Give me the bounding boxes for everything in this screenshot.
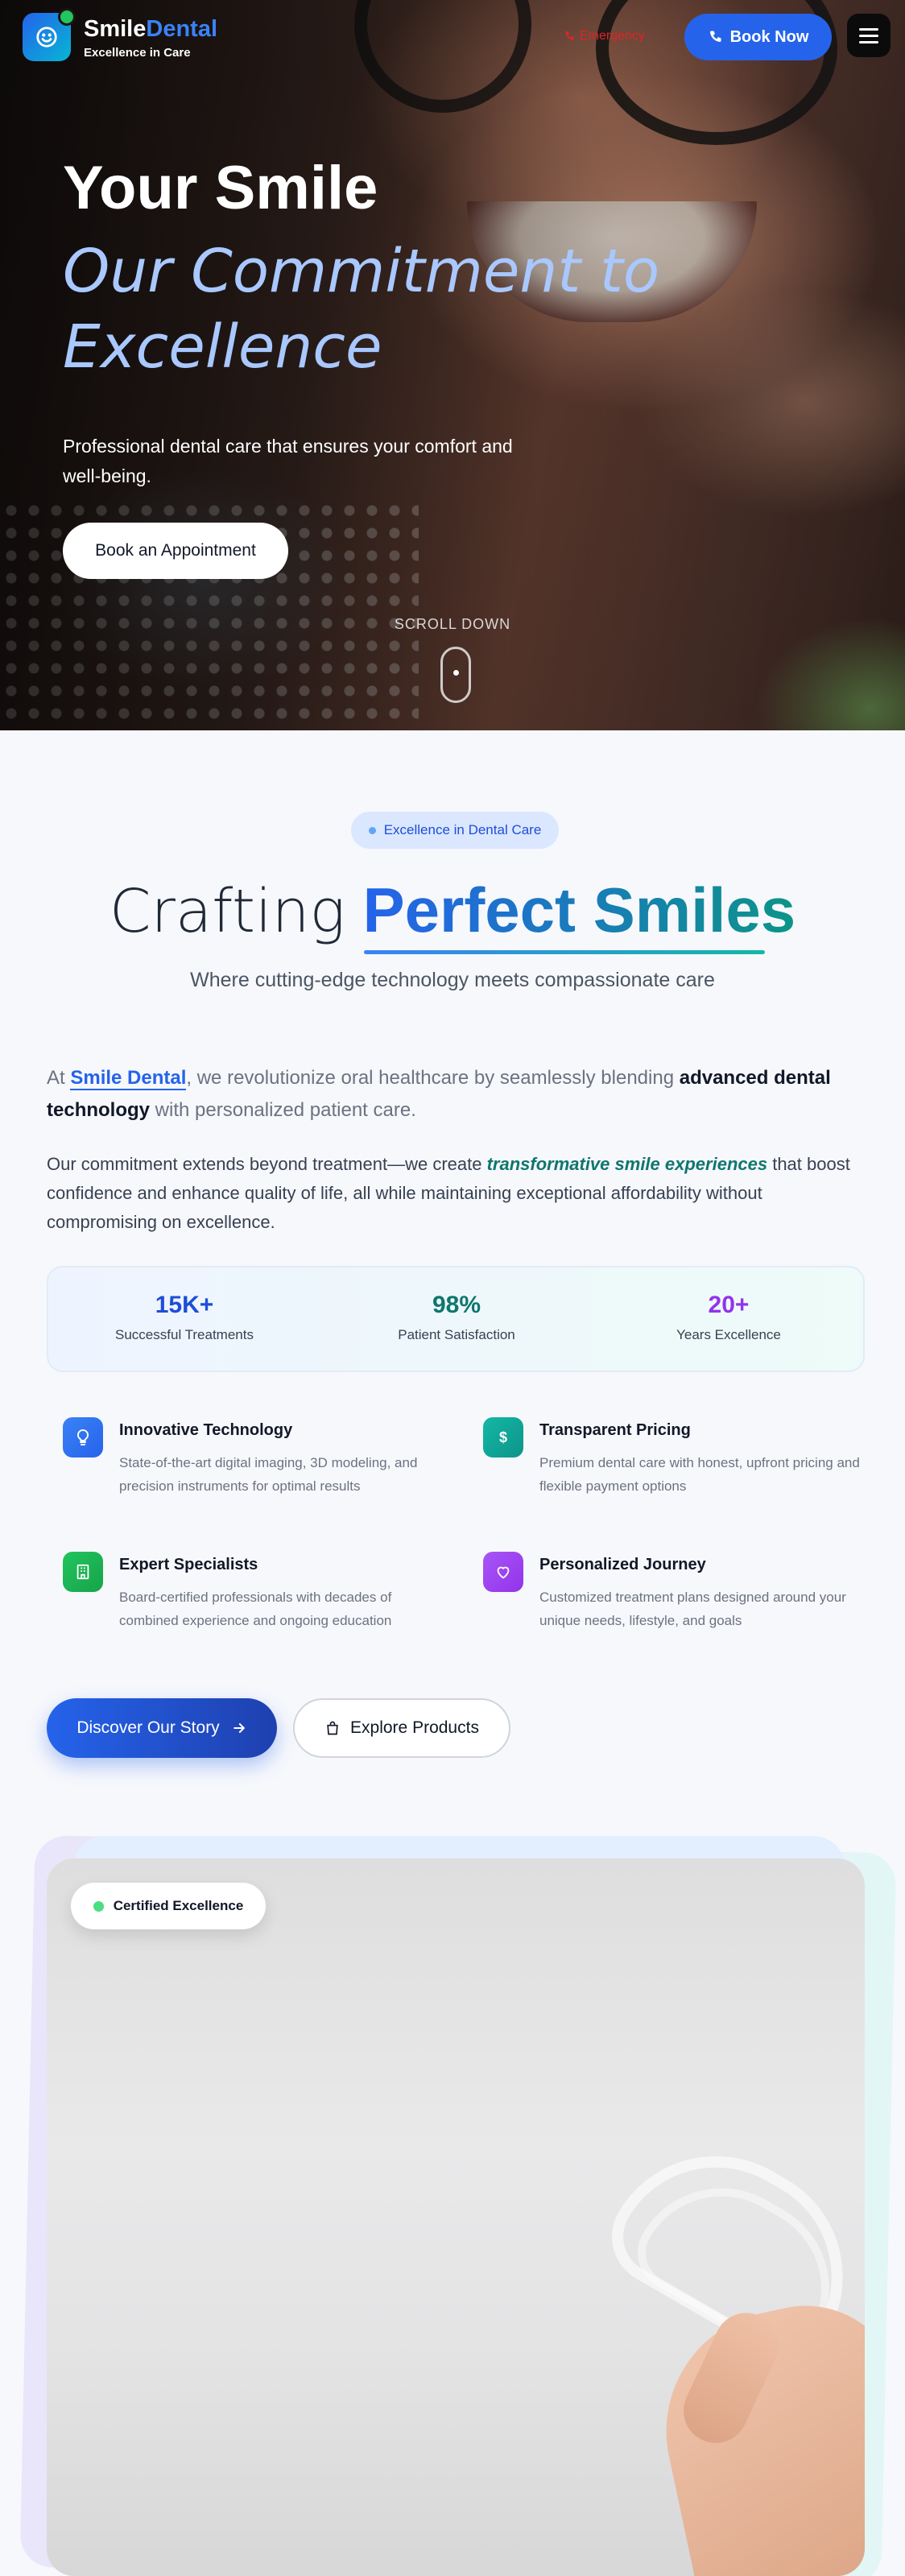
dollar-icon: $	[483, 1417, 523, 1458]
feature-description: State-of-the-art digital imaging, 3D mod…	[119, 1455, 418, 1494]
stat-label: Successful Treatments	[115, 1327, 254, 1342]
cert-dot	[93, 1900, 104, 1912]
status-dot	[58, 8, 76, 26]
book-now-button[interactable]: Book Now	[684, 14, 832, 60]
badge-dot	[368, 826, 376, 834]
brand-tagline: Excellence in Care	[84, 46, 191, 60]
scroll-down-label: SCROLL DOWN	[394, 616, 511, 632]
hero-description: Professional dental care that ensures yo…	[63, 436, 513, 486]
para2-prefix: Our commitment extends beyond treatment—…	[47, 1154, 487, 1174]
intro-paragraph: At Smile Dental, we revolutionize oral h…	[47, 1062, 852, 1127]
section-subtitle: Where cutting-edge technology meets comp…	[190, 969, 715, 991]
stat-treatments: 15K+ Successful Treatments	[48, 1292, 320, 1343]
para1-suffix: with personalized patient care.	[150, 1099, 416, 1121]
brand-part2: Dental	[146, 16, 218, 42]
aligner-image-card: Certified Excellence	[47, 1859, 865, 2576]
badge-label: Excellence in Dental Care	[383, 822, 542, 837]
heart-icon	[483, 1552, 523, 1592]
discover-story-button[interactable]: Discover Our Story	[47, 1698, 277, 1758]
certified-label: Certified Excellence	[113, 1898, 244, 1913]
hamburger-icon[interactable]	[847, 14, 891, 57]
para1-middle: , we revolutionize oral healthcare by se…	[186, 1067, 680, 1089]
shopping-bag-icon	[327, 1721, 338, 1735]
feature-description: Customized treatment plans designed arou…	[539, 1590, 846, 1628]
feature-title: Expert Specialists	[119, 1556, 258, 1573]
navbar: SmileDental Excellence in Care Emergency…	[0, 0, 905, 74]
para2-emphasis: transformative smile experiences	[486, 1154, 768, 1174]
book-appointment-button[interactable]: Book an Appointment	[63, 523, 288, 579]
section-badge: Excellence in Dental Care	[351, 812, 559, 849]
feature-title: Innovative Technology	[119, 1421, 293, 1439]
scroll-mouse-icon[interactable]	[440, 647, 471, 703]
title-underline	[364, 950, 765, 954]
brand-link[interactable]: Smile Dental	[70, 1067, 187, 1090]
brand-name[interactable]: SmileDental	[84, 16, 217, 43]
stat-label: Years Excellence	[676, 1327, 781, 1342]
emergency-link[interactable]: Emergency	[564, 29, 645, 43]
stat-value: 98%	[432, 1292, 481, 1318]
title-part1: Crafting	[109, 877, 345, 946]
title-part2: Perfect Smiles	[362, 875, 796, 945]
commitment-paragraph: Our commitment extends beyond treatment—…	[47, 1150, 868, 1237]
book-now-label: Book Now	[729, 27, 809, 46]
smile-logo-icon	[36, 27, 57, 48]
explore-products-button[interactable]: Explore Products	[293, 1698, 510, 1758]
para1-prefix: At	[47, 1067, 71, 1089]
stat-value: 20+	[708, 1292, 750, 1318]
feature-innovative-technology: Innovative Technology State-of-the-art d…	[63, 1417, 441, 1506]
explore-products-label: Explore Products	[350, 1718, 479, 1737]
stat-label: Patient Satisfaction	[398, 1327, 515, 1342]
brand-part1: Smile	[84, 16, 147, 42]
feature-description: Board-certified professionals with decad…	[119, 1590, 392, 1628]
phone-icon	[709, 31, 721, 42]
phone-icon	[565, 31, 574, 40]
feature-description: Premium dental care with honest, upfront…	[539, 1455, 860, 1494]
feature-title: Personalized Journey	[539, 1556, 706, 1573]
feature-title: Transparent Pricing	[539, 1421, 691, 1439]
hero-title: Your Smile	[63, 154, 378, 222]
feature-expert-specialists: Expert Specialists Board-certified profe…	[63, 1552, 441, 1640]
emergency-label: Emergency	[580, 29, 645, 43]
certified-badge: Certified Excellence	[71, 1883, 266, 1929]
building-icon	[63, 1552, 103, 1592]
feature-transparent-pricing: $ Transparent Pricing Premium dental car…	[483, 1417, 862, 1506]
discover-story-label: Discover Our Story	[76, 1718, 220, 1737]
feature-personalized-journey: Personalized Journey Customized treatmen…	[483, 1552, 862, 1640]
section-title: Crafting Perfect Smiles	[0, 874, 905, 947]
hero-section: SmileDental Excellence in Care Emergency…	[0, 0, 905, 730]
hero-subtitle: Our Commitment to Excellence	[63, 237, 660, 382]
stat-satisfaction: 98% Patient Satisfaction	[320, 1292, 593, 1343]
stat-value: 15K+	[155, 1292, 214, 1318]
stat-years: 20+ Years Excellence	[593, 1292, 865, 1343]
lightbulb-icon	[63, 1417, 103, 1458]
arrow-right-icon	[233, 1723, 245, 1733]
stats-panel: 15K+ Successful Treatments 98% Patient S…	[47, 1266, 865, 1372]
